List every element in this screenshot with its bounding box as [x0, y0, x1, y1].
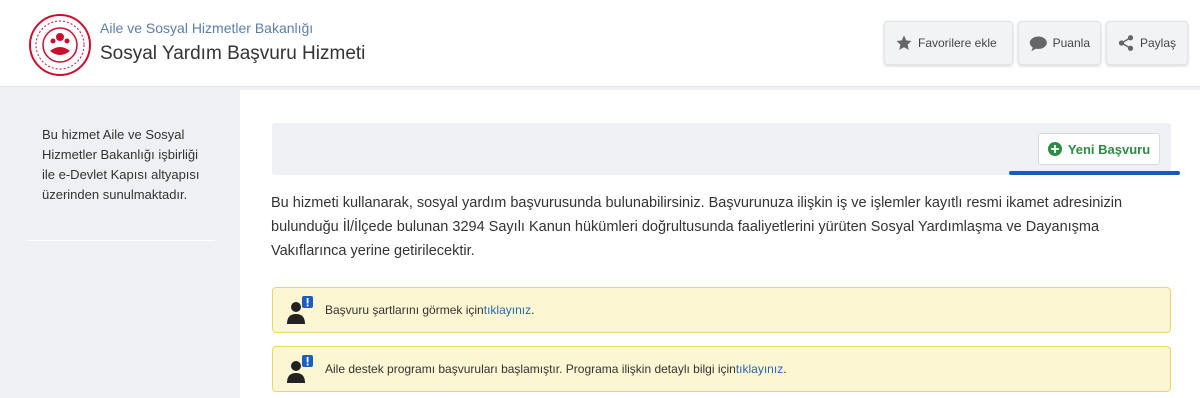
rate-button[interactable]: Puanla	[1018, 21, 1101, 65]
requirements-link[interactable]: tıklayınız	[484, 303, 531, 317]
alert-suffix: .	[783, 362, 787, 376]
service-description: Bu hizmeti kullanarak, sosyal yardım baş…	[271, 195, 1123, 259]
sidebar-divider	[27, 240, 215, 241]
plus-circle-icon	[1047, 142, 1062, 156]
ministry-name: Aile ve Sosyal Hizmetler Bakanlığı	[100, 20, 314, 36]
new-application-label: Yeni Başvuru	[1067, 141, 1151, 157]
share-button[interactable]: Paylaş	[1106, 21, 1188, 65]
service-info-text: Bu hizmet Aile ve Sosyal Hizmetler Bakan…	[42, 127, 200, 202]
family-support-link[interactable]: tıklayınız	[736, 362, 783, 376]
add-to-favorites-label: Favorilere ekle	[918, 36, 997, 50]
user-alert-icon	[287, 355, 313, 383]
alert-suffix: .	[531, 303, 535, 317]
header: Aile ve Sosyal Hizmetler Bakanlığı Sosya…	[0, 0, 1200, 87]
main-content: Yeni Başvuru Bu hizmeti kullanarak, sosy…	[240, 90, 1200, 398]
user-alert-icon	[287, 296, 313, 324]
page-title: Sosyal Yardım Başvuru Hizmeti	[100, 43, 366, 64]
new-application-button[interactable]: Yeni Başvuru	[1038, 133, 1160, 165]
add-to-favorites-button[interactable]: Favorilere ekle	[884, 21, 1013, 65]
speech-bubble-icon	[1029, 36, 1047, 51]
active-tab-indicator	[1009, 171, 1180, 175]
alert-text: Başvuru şartlarını görmek için	[325, 303, 484, 317]
alert-text: Aile destek programı başvuruları başlamı…	[325, 362, 736, 376]
share-icon	[1118, 35, 1134, 51]
action-bar	[272, 123, 1171, 175]
requirements-alert: Başvuru şartlarını görmek için tıklayını…	[272, 287, 1171, 333]
family-support-alert: Aile destek programı başvuruları başlamı…	[272, 346, 1171, 392]
sidebar: Bu hizmet Aile ve Sosyal Hizmetler Bakan…	[0, 90, 240, 398]
ministry-logo[interactable]	[28, 13, 92, 77]
share-label: Paylaş	[1140, 36, 1177, 50]
rate-label: Puanla	[1052, 36, 1090, 50]
star-icon	[896, 35, 912, 50]
